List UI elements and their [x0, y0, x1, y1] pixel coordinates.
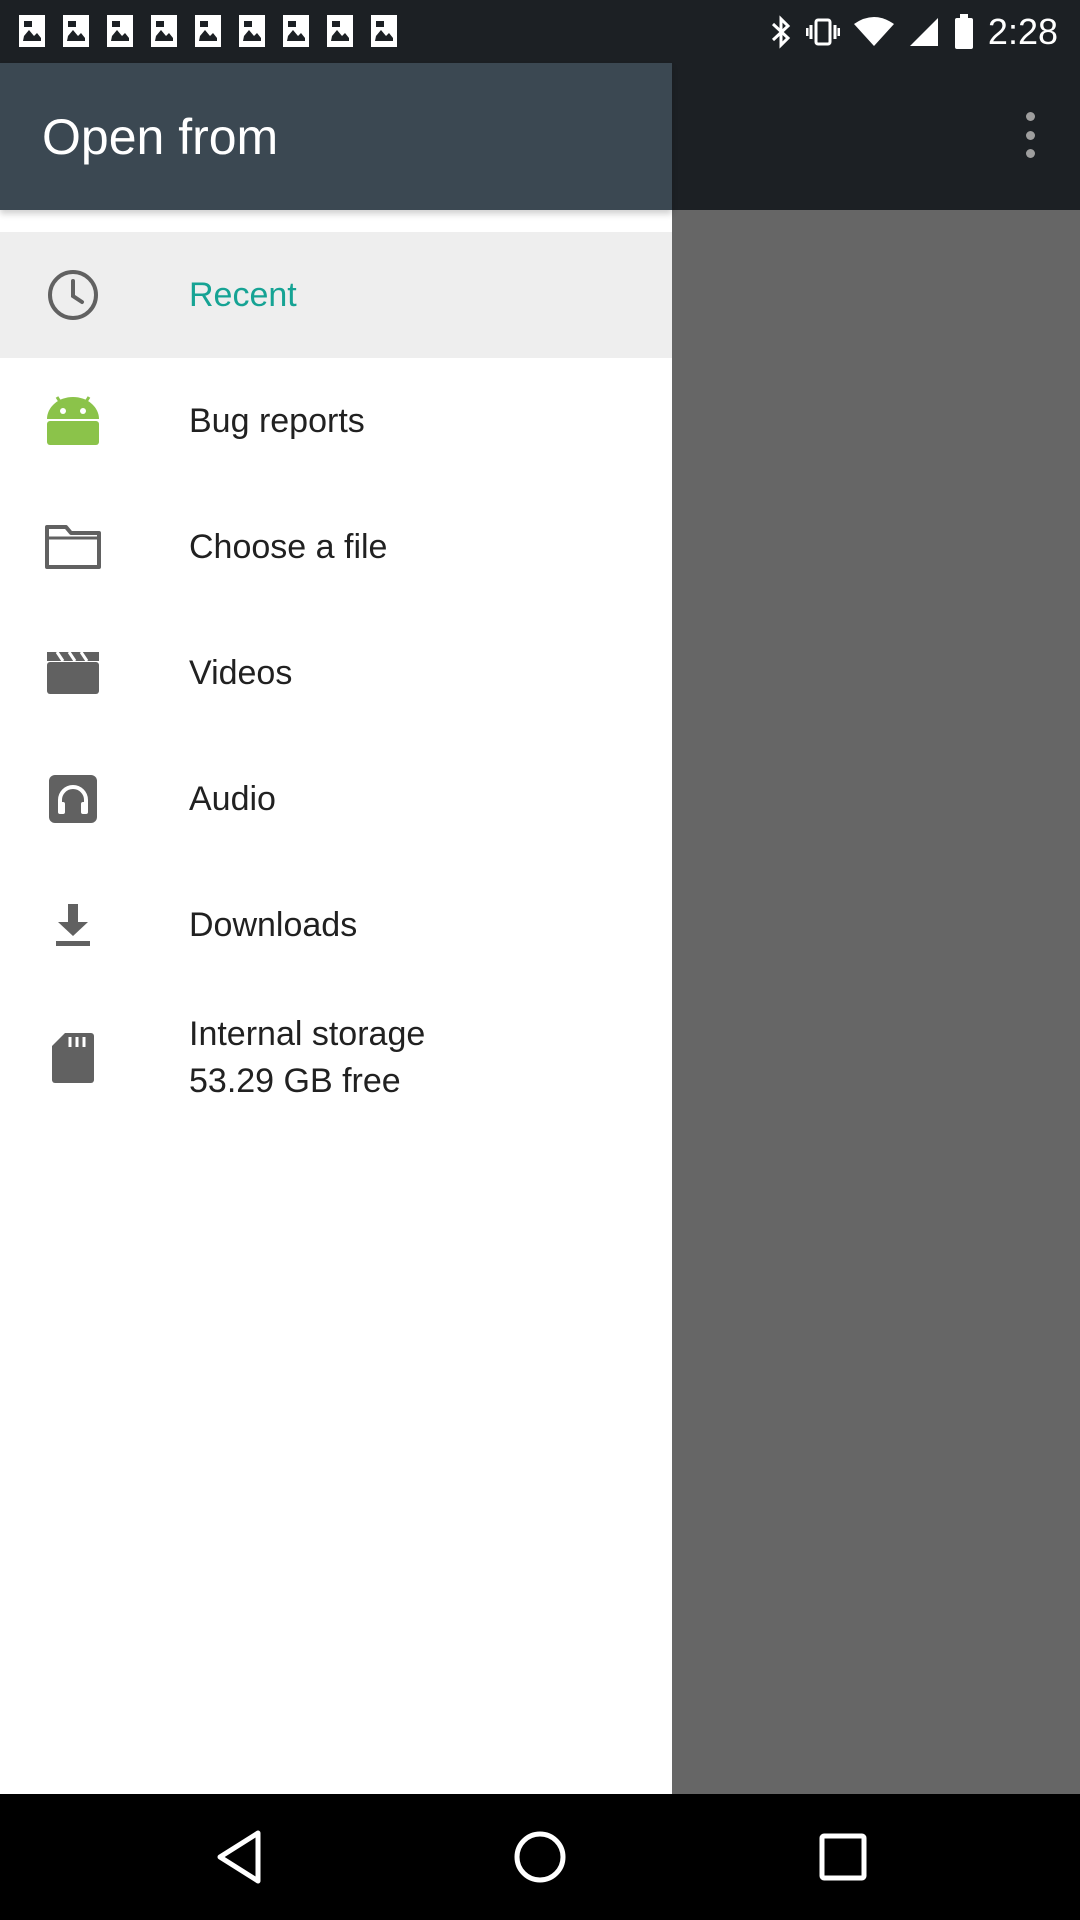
folder-icon — [44, 521, 102, 573]
menu-item-recent[interactable]: Recent — [0, 232, 672, 358]
image-icon — [282, 14, 310, 48]
menu-item-label: Audio — [189, 779, 276, 818]
menu-item-label: Internal storage — [189, 1015, 426, 1053]
notification-icons — [18, 14, 398, 48]
vibrate-icon — [805, 15, 840, 49]
image-icon — [18, 14, 46, 48]
image-icon — [194, 14, 222, 48]
clock-icon — [44, 269, 102, 321]
menu-item-videos[interactable]: Videos — [0, 610, 672, 736]
wifi-icon — [853, 16, 894, 48]
system-nav-bar — [0, 1794, 1080, 1920]
menu-item-downloads[interactable]: Downloads — [0, 862, 672, 988]
battery-icon — [954, 14, 974, 50]
image-icon — [150, 14, 178, 48]
menu-item-label: Videos — [189, 653, 293, 692]
home-icon[interactable] — [505, 1822, 575, 1892]
drawer-menu: Recent Bug reports Choose a file Videos — [0, 232, 672, 1128]
android-icon — [44, 395, 102, 447]
more-options-icon[interactable] — [1020, 112, 1040, 158]
system-icons: 2:28 — [770, 8, 1058, 56]
bluetooth-icon — [770, 14, 792, 50]
storage-free-text: 53.29 GB free — [189, 1062, 401, 1100]
menu-item-label: Bug reports — [189, 401, 365, 440]
status-time: 2:28 — [987, 11, 1058, 52]
status-bar: 2:28 — [0, 0, 1080, 63]
download-icon — [44, 899, 102, 951]
drawer-header: Open from — [0, 63, 672, 210]
back-icon[interactable] — [204, 1822, 274, 1892]
menu-item-label: Choose a file — [189, 527, 388, 566]
signal-icon — [908, 16, 940, 48]
drawer-title: Open from — [42, 109, 279, 165]
menu-item-label: Downloads — [189, 905, 358, 944]
sd-card-icon — [44, 1032, 102, 1084]
menu-item-bug-reports[interactable]: Bug reports — [0, 358, 672, 484]
menu-item-label: Recent — [189, 275, 297, 314]
headphones-icon — [44, 773, 102, 825]
menu-item-internal-storage[interactable]: Internal storage 53.29 GB free — [0, 988, 672, 1128]
image-icon — [238, 14, 266, 48]
image-icon — [370, 14, 398, 48]
image-icon — [62, 14, 90, 48]
recents-icon[interactable] — [808, 1822, 878, 1892]
clapperboard-icon — [44, 647, 102, 699]
menu-item-label-group: Internal storage 53.29 GB free — [189, 988, 425, 1128]
menu-item-audio[interactable]: Audio — [0, 736, 672, 862]
image-icon — [106, 14, 134, 48]
navigation-drawer: Open from Recent Bug reports Choose a fi… — [0, 63, 672, 1794]
menu-item-choose-file[interactable]: Choose a file — [0, 484, 672, 610]
image-icon — [326, 14, 354, 48]
